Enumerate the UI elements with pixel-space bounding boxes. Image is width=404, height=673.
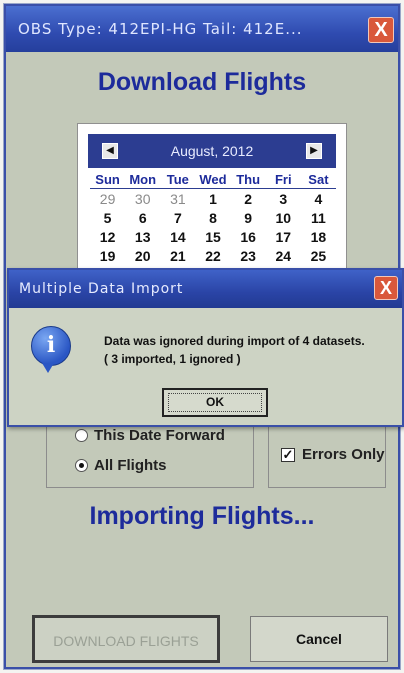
window-titlebar[interactable]: OBS Type: 412EPI-HG Tail: 412E... X bbox=[6, 6, 398, 52]
errors-only-option[interactable]: ✓ Errors Only bbox=[281, 446, 385, 463]
calendar-day[interactable]: 23 bbox=[231, 247, 266, 265]
calendar-day[interactable]: 9 bbox=[231, 209, 266, 227]
calendar-day[interactable]: 21 bbox=[160, 247, 195, 265]
calendar-day[interactable]: 15 bbox=[195, 228, 230, 246]
calendar-day[interactable]: 12 bbox=[90, 228, 125, 246]
calendar-dow: Mon bbox=[125, 172, 161, 189]
calendar-next-month-button[interactable]: ▶ bbox=[306, 143, 322, 159]
calendar-day[interactable]: 30 bbox=[125, 190, 160, 208]
errors-only-label: Errors Only bbox=[302, 446, 385, 463]
this-date-forward-option[interactable]: This Date Forward bbox=[75, 427, 225, 444]
all-flights-label: All Flights bbox=[94, 457, 167, 474]
dialog-close-button[interactable]: X bbox=[374, 276, 398, 300]
calendar-day[interactable]: 3 bbox=[266, 190, 301, 208]
date-calendar: ◀ August, 2012 ▶ Sun Mon Tue Wed Thu Fri… bbox=[77, 123, 347, 277]
download-flights-button[interactable]: DOWNLOAD FLIGHTS bbox=[32, 615, 220, 663]
radio-this-date-forward[interactable] bbox=[75, 429, 88, 442]
errors-only-checkbox[interactable]: ✓ bbox=[281, 447, 295, 462]
calendar-dow: Sat bbox=[300, 172, 336, 189]
calendar-day[interactable]: 8 bbox=[195, 209, 230, 227]
calendar-dow: Fri bbox=[265, 172, 301, 189]
calendar-day[interactable]: 22 bbox=[195, 247, 230, 265]
ok-button[interactable]: OK bbox=[162, 388, 268, 417]
radio-all-flights[interactable] bbox=[75, 459, 88, 472]
calendar-day[interactable]: 17 bbox=[266, 228, 301, 246]
window-title: OBS Type: 412EPI-HG Tail: 412E... bbox=[18, 20, 303, 38]
calendar-day[interactable]: 11 bbox=[301, 209, 336, 227]
calendar-day[interactable]: 14 bbox=[160, 228, 195, 246]
calendar-day[interactable]: 31 bbox=[160, 190, 195, 208]
calendar-day[interactable]: 18 bbox=[301, 228, 336, 246]
calendar-day[interactable]: 7 bbox=[160, 209, 195, 227]
this-date-forward-label: This Date Forward bbox=[94, 427, 225, 444]
cancel-button[interactable]: Cancel bbox=[250, 616, 388, 662]
importing-flights-status: Importing Flights... bbox=[89, 502, 315, 530]
dialog-message-line-2: ( 3 imported, 1 ignored ) bbox=[104, 352, 241, 366]
calendar-day[interactable]: 29 bbox=[90, 190, 125, 208]
calendar-day[interactable]: 10 bbox=[266, 209, 301, 227]
calendar-grid: Sun Mon Tue Wed Thu Fri Sat 29 30 31 1 2… bbox=[90, 172, 336, 265]
dialog-message: Data was ignored during import of 4 data… bbox=[104, 332, 365, 368]
calendar-month-label: August, 2012 bbox=[170, 143, 254, 159]
calendar-day[interactable]: 2 bbox=[231, 190, 266, 208]
dialog-titlebar[interactable]: Multiple Data Import X bbox=[9, 270, 402, 308]
calendar-day[interactable]: 24 bbox=[266, 247, 301, 265]
window-close-button[interactable]: X bbox=[368, 17, 394, 43]
calendar-dow: Sun bbox=[90, 172, 126, 189]
calendar-dow: Wed bbox=[195, 172, 231, 189]
info-icon bbox=[31, 326, 71, 373]
calendar-day[interactable]: 6 bbox=[125, 209, 160, 227]
multiple-data-import-dialog: Multiple Data Import X Data was ignored … bbox=[7, 268, 404, 427]
calendar-day[interactable]: 4 bbox=[301, 190, 336, 208]
errors-only-group: ✓ Errors Only bbox=[268, 418, 386, 488]
calendar-day[interactable]: 25 bbox=[301, 247, 336, 265]
calendar-dow: Tue bbox=[160, 172, 196, 189]
all-flights-option[interactable]: All Flights bbox=[75, 457, 167, 474]
calendar-day[interactable]: 20 bbox=[125, 247, 160, 265]
calendar-day[interactable]: 13 bbox=[125, 228, 160, 246]
download-flights-heading: Download Flights bbox=[97, 68, 307, 96]
flight-filter-group: This Date Forward All Flights bbox=[46, 418, 254, 488]
calendar-header: ◀ August, 2012 ▶ bbox=[88, 134, 336, 168]
calendar-day[interactable]: 16 bbox=[231, 228, 266, 246]
calendar-day[interactable]: 5 bbox=[90, 209, 125, 227]
calendar-day[interactable]: 1 bbox=[195, 190, 230, 208]
calendar-dow: Thu bbox=[230, 172, 266, 189]
calendar-day[interactable]: 19 bbox=[90, 247, 125, 265]
dialog-message-line-1: Data was ignored during import of 4 data… bbox=[104, 334, 365, 348]
dialog-title: Multiple Data Import bbox=[19, 281, 184, 297]
